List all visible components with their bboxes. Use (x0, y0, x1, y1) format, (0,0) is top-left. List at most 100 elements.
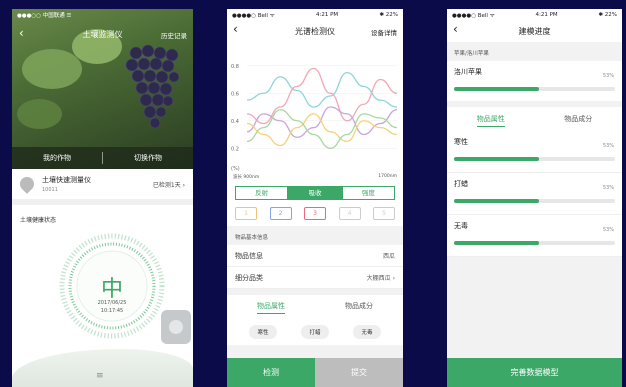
spectrum-series-line-1 (246, 71, 398, 108)
battery-text: ✱ 22% (379, 11, 398, 18)
progress-fill (454, 199, 540, 203)
sample-chips: 1 2 3 4 5 (227, 203, 403, 226)
sample-chip-4[interactable]: 4 (338, 207, 361, 220)
tab-switch-crop[interactable]: 切换作物 (103, 147, 193, 169)
nav-bar: ‹ 建模进度 (447, 20, 622, 42)
status-bar: ●●●●○ Bell ᯤ 4:21 PM ✱ 22% (227, 9, 403, 20)
progress-track (454, 199, 615, 203)
sample-chip-5[interactable]: 5 (373, 207, 395, 220)
grape-cluster-image (125, 44, 180, 129)
soil-health-label: 土壤健康状态 (20, 217, 57, 224)
property-tabs: 物品属性 物品成分 (227, 295, 403, 319)
breadcrumb: 苹果/洛川苹果 (454, 51, 489, 57)
property-tags: 寒性 打蜡 无毒 (227, 319, 403, 345)
sample-chip-3[interactable]: 3 (304, 207, 326, 220)
spectrum-detector-screen: ●●●●○ Bell ᯤ 4:21 PM ✱ 22% ‹ 光谱检测仪 设备详情 … (227, 9, 403, 387)
segment-reflect[interactable]: 反射 (235, 186, 289, 200)
tab-ingredients[interactable]: 物品成分 (535, 107, 623, 131)
chevron-right-icon: › (392, 275, 395, 282)
bottom-action-bar: 检测 提交 (227, 358, 403, 387)
location-pin-icon (17, 174, 37, 194)
progress-percent: 53% (602, 73, 614, 79)
leaf-shape (17, 99, 62, 129)
progress-track (454, 87, 615, 91)
device-name: 土壤快速测量仪 (42, 176, 91, 184)
sample-chip-1[interactable]: 1 (235, 207, 257, 220)
carrier-text: ●●●○○ 中国联通 ☰ (17, 12, 72, 19)
attribute-label: 寒性 (454, 138, 468, 146)
crop-tabs: 我的作物 切换作物 (12, 147, 193, 169)
tab-properties[interactable]: 物品属性 (447, 107, 535, 131)
row-value-text: 大棚西瓜 (366, 275, 391, 282)
row-value: 大棚西瓜 › (367, 273, 395, 282)
leaf-shape (22, 49, 82, 89)
tag: 无毒 (353, 325, 381, 339)
home-circle-icon (169, 320, 183, 334)
nav-bar: ‹ 光谱检测仪 设备详情 (227, 20, 403, 42)
modeling-progress-screen: ●●●●○ Bell ᯤ 4:21 PM ✱ 22% ‹ 建模进度 苹果/洛川苹… (447, 9, 622, 387)
tab-my-crops[interactable]: 我的作物 (12, 147, 102, 169)
row-label: 物品信息 (235, 251, 263, 260)
attribute-progress-waxed: 打蜡 53% (447, 173, 622, 215)
attribute-label: 无毒 (454, 222, 468, 230)
progress-percent: 53% (602, 185, 614, 191)
progress-track (454, 157, 615, 161)
history-link[interactable]: 历史记录 (161, 30, 187, 40)
device-id: 10011 (42, 187, 58, 193)
hills-decoration (12, 349, 193, 387)
basic-info-label: 物品基本信息 (235, 235, 269, 241)
spectrum-chart: 0.8 0.6 0.4 0.2 (%) (227, 42, 403, 174)
device-status-text: 已检测1天 (152, 181, 181, 189)
health-level: 中 (100, 277, 123, 302)
progress-percent: 53% (602, 143, 614, 149)
tag: 打蜡 (301, 325, 329, 339)
soil-health-gauge: 中 2017/06/25 10:17:45 (57, 231, 167, 341)
tab-ingredients[interactable]: 物品成分 (315, 295, 403, 319)
segment-absorb[interactable]: 吸收 (288, 186, 342, 200)
product-label: 洛川苹果 (454, 68, 482, 76)
complete-model-button[interactable]: 完善数据模型 (447, 358, 622, 387)
segment-intensity[interactable]: 强度 (341, 186, 395, 200)
floating-home-button[interactable] (161, 310, 191, 344)
clock-text: 4:21 PM (535, 11, 558, 18)
row-label: 细分品类 (235, 273, 263, 282)
submit-button[interactable]: 提交 (315, 358, 403, 387)
device-row[interactable]: 土壤快速测量仪 10011 已检测1天 › (12, 169, 193, 205)
attribute-progress-cold: 寒性 53% (447, 131, 622, 173)
y-tick-label: 0.4 (231, 119, 239, 125)
tag: 寒性 (249, 325, 277, 339)
sample-chip-2[interactable]: 2 (269, 207, 292, 220)
item-info-row[interactable]: 物品信息 西瓜 (227, 245, 403, 267)
range-start: 波长 900nm (233, 175, 260, 180)
tab-properties[interactable]: 物品属性 (227, 295, 315, 319)
attribute-label: 打蜡 (454, 180, 468, 188)
progress-fill (454, 241, 540, 245)
progress-track (454, 241, 615, 245)
category-row[interactable]: 细分品类 大棚西瓜 › (227, 267, 403, 289)
chevron-right-icon: › (182, 181, 185, 189)
device-status: 已检测1天 › (153, 180, 185, 189)
status-bar: ●●●○○ 中国联通 ☰ (12, 9, 193, 20)
measure-time: 10:17:45 (100, 308, 124, 314)
product-progress: 洛川苹果 53% (447, 61, 622, 101)
row-value: 西瓜 (382, 253, 395, 260)
property-tabs: 物品属性 物品成分 (447, 107, 622, 131)
y-tick-label: 0.6 (231, 91, 239, 97)
y-unit-label: (%) (231, 166, 240, 172)
measure-date: 2017/06/25 (97, 300, 127, 306)
carrier-text: ●●●●○ Bell ᯤ (452, 12, 495, 19)
tab-properties-label: 物品属性 (257, 302, 285, 314)
status-bar: ●●●●○ Bell ᯤ 4:21 PM ✱ 22% (447, 9, 622, 20)
mode-segmented-control: 反射 吸收 强度 (227, 182, 403, 203)
range-end: 1700nm (378, 174, 397, 179)
carrier-text: ●●●●○ Bell ᯤ (232, 12, 275, 19)
battery-text: ✱ 22% (598, 11, 617, 18)
spectrum-chart-svg: 0.8 0.6 0.4 0.2 (%) (231, 64, 398, 172)
detect-button[interactable]: 检测 (227, 358, 315, 387)
menu-icon[interactable]: ≡ (96, 371, 104, 381)
tab-properties-label: 物品属性 (476, 115, 505, 127)
attribute-progress-nontoxic: 无毒 53% (447, 215, 622, 257)
wavelength-range: 波长 900nm 1700nm (227, 174, 403, 182)
clock-text: 4:21 PM (315, 11, 339, 18)
device-detail-link[interactable]: 设备详情 (371, 27, 397, 37)
